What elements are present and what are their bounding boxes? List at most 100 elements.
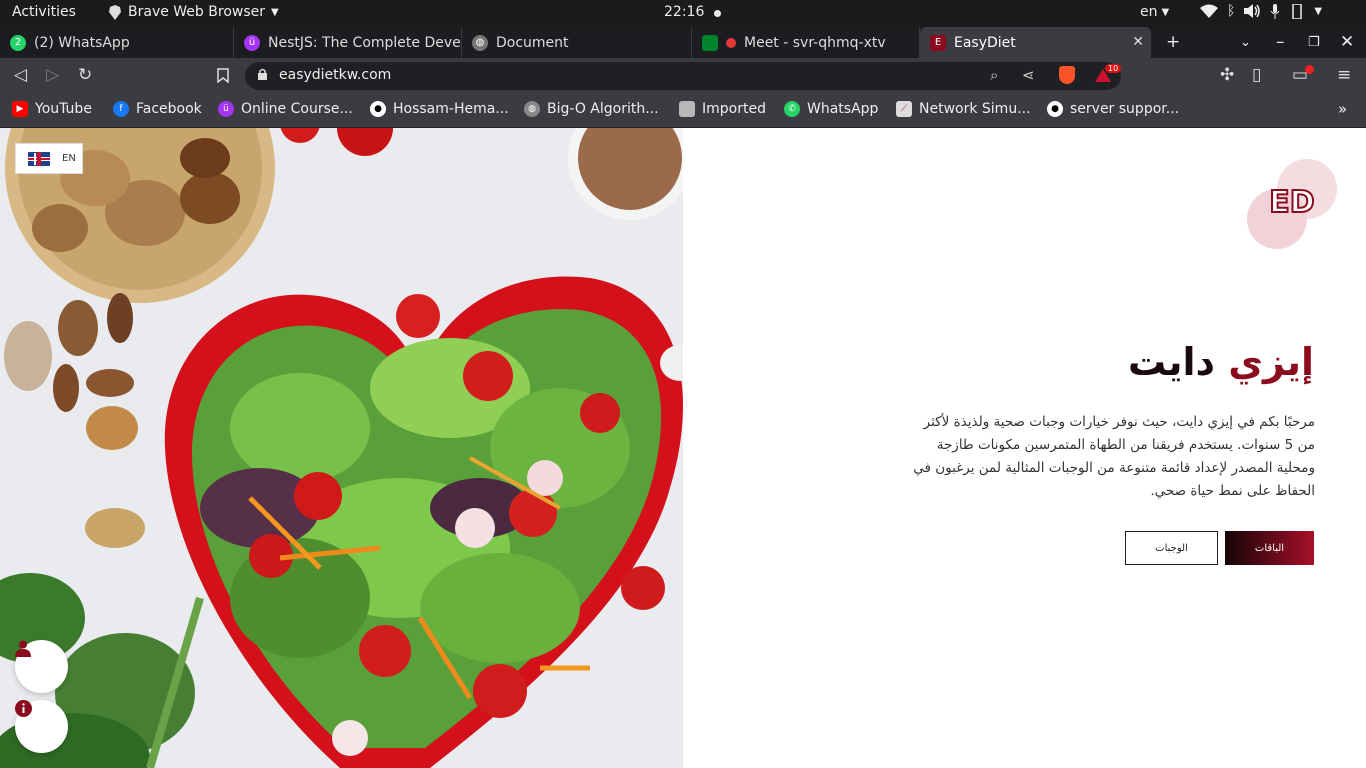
wifi-icon [1200,4,1218,18]
notification-dot [714,10,721,17]
reload-button[interactable]: ↻ [78,65,92,85]
tab-title: Document [496,34,569,51]
easydiet-logo: ED [1246,158,1338,250]
easydiet-favicon: E [930,34,946,51]
menu-icon[interactable]: ≡ [1337,65,1351,85]
share-icon[interactable]: ⋖ [1022,66,1035,84]
bookmark-bigo[interactable]: ◍ Big-O Algorith... [524,101,659,117]
packages-button[interactable]: الباقات [1225,531,1314,565]
uk-flag-icon [28,151,50,166]
activities-button[interactable]: Activities [12,4,76,20]
wallet-notification-dot [1305,65,1314,74]
bookmark-udemy[interactable]: ü Online Course... [218,101,353,117]
whatsapp-icon: ✆ [784,101,800,117]
tab-document[interactable]: ◍ Document [462,27,692,58]
language-label: EN [62,153,76,164]
folder-icon [679,101,695,117]
sidebar-icon[interactable]: ▯ [1252,65,1261,85]
new-tab-button[interactable]: + [1166,32,1180,52]
bookmark-label: Big-O Algorith... [547,101,659,117]
language-switch-button[interactable]: EN [15,143,83,174]
user-account-button[interactable] [15,640,68,693]
bookmark-facebook[interactable]: f Facebook [113,101,202,117]
close-tab-icon[interactable]: ✕ [1132,34,1144,50]
meals-button[interactable]: الوجبات [1125,531,1218,565]
bookmark-whatsapp[interactable]: ✆ WhatsApp [784,101,878,117]
input-language[interactable]: en ▼ [1140,4,1169,20]
bookmark-github-hossam[interactable]: ● Hossam-Hema... [370,101,509,117]
clock[interactable]: 22:16 [664,4,704,20]
tab-easydiet[interactable]: E EasyDiet ✕ [920,27,1151,58]
tab-nestjs[interactable]: ü NestJS: The Complete Devel [234,27,462,58]
address-bar[interactable]: easydietkw.com ⌕ ⋖ 10 [245,62,1122,90]
bookmark-network-simulator[interactable]: ⟋ Network Simu... [896,101,1031,117]
udemy-icon: ü [244,34,260,51]
tab-whatsapp[interactable]: 2 (2) WhatsApp [0,27,234,58]
bookmark-icon[interactable] [217,68,229,83]
logo-text: ED [1269,185,1314,220]
app-name: Brave Web Browser [128,4,265,20]
network-icon: ⟋ [896,101,912,117]
globe-icon: ◍ [524,101,540,117]
url-text: easydietkw.com [279,67,392,83]
brave-shields-icon[interactable] [1059,66,1075,84]
forward-button[interactable]: ▷ [46,65,59,85]
maximize-button[interactable]: ❐ [1308,35,1320,50]
tab-title: NestJS: The Complete Devel [268,34,462,51]
bookmark-label: WhatsApp [807,101,879,117]
youtube-icon: ▶ [12,101,28,117]
microphone-icon [1270,3,1280,19]
bookmarks-bar: ▶ YouTube f Facebook ü Online Course... … [0,94,1366,128]
system-top-bar: Activities Brave Web Browser ▼ 22:16 en … [0,0,1366,27]
logo-mark: ED [1247,159,1337,249]
web-page: EN ED إيزي دايت مرحبًا بكم في إيزي دايت،… [0,128,1366,768]
lock-icon [258,68,267,80]
tab-search-icon[interactable]: ⌄ [1240,35,1251,50]
bookmark-label: Facebook [136,101,202,117]
bookmark-folder-imported[interactable]: Imported [679,101,766,117]
github-icon: ● [370,101,386,117]
close-window-button[interactable]: ✕ [1340,32,1354,52]
bookmark-label: Network Simu... [919,101,1031,117]
system-tray[interactable]: ᛒ ▼ [1200,3,1322,19]
globe-icon: ◍ [472,34,488,51]
hero-salad-image: EN [0,128,683,768]
bookmark-label: Imported [702,101,766,117]
tab-strip: 2 (2) WhatsApp ü NestJS: The Complete De… [0,27,1366,58]
intro-paragraph: مرحبًا بكم في إيزي دايت، حيث نوفر خيارات… [913,414,1315,499]
bookmark-label: server suppor... [1070,101,1180,117]
input-language-label: en [1140,4,1158,20]
tab-title: EasyDiet [954,34,1016,51]
page-title: إيزي دايت [1128,340,1314,384]
rewards-badge: 10 [1105,64,1122,73]
brave-app-icon [109,4,121,20]
app-menu[interactable]: Brave Web Browser ▼ [108,4,279,20]
back-button[interactable]: ◁ [14,65,27,85]
caret-down-icon: ▼ [271,6,279,18]
github-icon: ● [1047,101,1063,117]
user-icon [15,640,31,657]
phone-icon [1292,3,1303,19]
bookmark-label: Hossam-Hema... [393,101,509,117]
bookmark-github-server[interactable]: ● server suppor... [1047,101,1179,117]
tab-meet[interactable]: Meet - svr-qhmq-xtv [692,27,920,58]
title-part-2: دايت [1127,340,1215,384]
facebook-icon: f [113,101,129,117]
extensions-icon[interactable]: ✣ [1220,65,1234,85]
title-part-1: إيزي [1228,340,1314,384]
udemy-icon: ü [218,101,234,117]
caret-down-icon: ▼ [1314,5,1323,17]
google-meet-icon [702,34,718,51]
info-icon [15,700,32,717]
caret-down-icon: ▼ [1161,6,1170,18]
tab-title: (2) WhatsApp [34,34,130,51]
hero-content: ED إيزي دايت مرحبًا بكم في إيزي دايت، حي… [683,128,1366,768]
zoom-icon[interactable]: ⌕ [990,66,998,84]
minimize-button[interactable]: – [1276,32,1285,52]
info-button[interactable] [15,700,68,753]
bookmark-label: Online Course... [241,101,353,117]
whatsapp-icon: 2 [10,34,26,51]
bookmark-youtube[interactable]: ▶ YouTube [12,101,92,117]
more-bookmarks-icon[interactable]: » [1338,100,1347,118]
volume-icon [1244,4,1261,18]
